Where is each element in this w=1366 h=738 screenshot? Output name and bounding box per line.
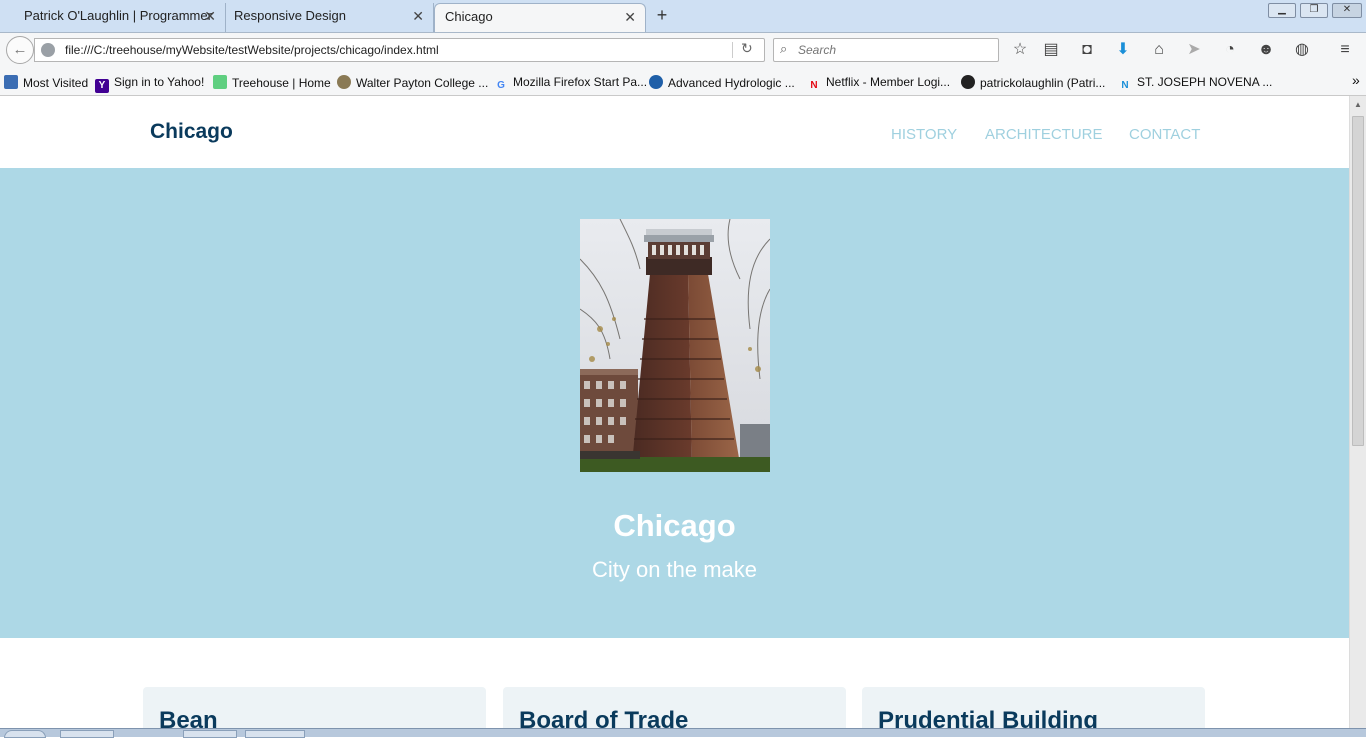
new-tab-button[interactable]: + [652, 5, 672, 26]
bookmark-firefox-start[interactable]: G Mozilla Firefox Start Pa... [494, 75, 647, 93]
bookmark-label: Treehouse | Home [232, 76, 331, 90]
back-arrow-icon: ← [12, 41, 28, 58]
bookmark-novena[interactable]: N ST. JOSEPH NOVENA ... [1118, 75, 1272, 93]
home-icon[interactable]: ⌂ [1148, 39, 1170, 61]
bookmark-star-icon[interactable]: ☆ [1009, 39, 1031, 61]
tab-title: Responsive Design [234, 8, 347, 23]
yahoo-icon: Y [95, 79, 109, 93]
close-window-button[interactable]: ✕ [1332, 3, 1362, 18]
bookmark-label: Walter Payton College ... [356, 76, 489, 90]
tab-close-icon[interactable]: ✕ [624, 4, 636, 30]
hero-subtitle: City on the make [591, 557, 758, 582]
tab-responsive-design[interactable]: Responsive Design ✕ [226, 3, 434, 32]
url-text[interactable]: file:///C:/treehouse/myWebsite/testWebsi… [65, 43, 439, 57]
bookmark-github[interactable]: patrickolaughlin (Patri... [961, 75, 1105, 90]
history-icon[interactable]: ◔ [1219, 39, 1241, 61]
treehouse-icon [213, 75, 227, 89]
hero-tower-photo [580, 219, 770, 472]
search-bar[interactable]: ⌕ [773, 38, 999, 62]
pocket-icon[interactable]: ◘ [1076, 39, 1098, 61]
downloads-icon[interactable]: ⬇ [1112, 39, 1134, 61]
menu-icon[interactable]: ≡ [1334, 39, 1356, 61]
bookmark-label: patrickolaughlin (Patri... [980, 76, 1106, 90]
site-identity-icon[interactable] [41, 43, 55, 57]
taskbar-item[interactable] [183, 730, 237, 738]
bookmark-label: Sign in to Yahoo! [114, 75, 205, 89]
hello-icon[interactable]: ☻ [1255, 39, 1277, 61]
bookmark-hydrologic[interactable]: Advanced Hydrologic ... [649, 75, 795, 90]
bookmark-most-visited[interactable]: Most Visited [4, 75, 88, 90]
bookmark-treehouse[interactable]: Treehouse | Home [213, 75, 331, 90]
minimize-button[interactable]: ▁ [1268, 3, 1296, 18]
taskbar-item[interactable] [60, 730, 114, 738]
bookmark-label: ST. JOSEPH NOVENA ... [1137, 75, 1273, 89]
n-icon: N [1121, 80, 1129, 91]
search-input[interactable] [798, 42, 988, 58]
hero-section: Chicago City on the make [0, 168, 1349, 638]
most-visited-icon [4, 75, 18, 89]
nav-architecture[interactable]: ARCHITECTURE [985, 126, 1103, 143]
back-button[interactable]: ← [6, 36, 34, 64]
scroll-up-icon[interactable]: ▲ [1354, 100, 1362, 109]
bookmarks-overflow-icon[interactable]: » [1352, 72, 1360, 88]
bookmark-label: Most Visited [23, 76, 89, 90]
globe-icon[interactable]: ◍ [1291, 39, 1313, 61]
site-brand[interactable]: Chicago [150, 120, 233, 144]
tab-chicago[interactable]: Chicago ✕ [434, 3, 646, 32]
bookmark-label: Netflix - Member Logi... [826, 75, 951, 89]
bookmark-netflix[interactable]: N Netflix - Member Logi... [807, 75, 950, 93]
nav-history[interactable]: HISTORY [891, 126, 957, 143]
tab-close-icon[interactable]: ✕ [412, 3, 424, 29]
walter-payton-icon [337, 75, 351, 89]
site-header: Chicago HISTORY ARCHITECTURE CONTACT [0, 96, 1349, 168]
nav-contact[interactable]: CONTACT [1129, 126, 1200, 143]
google-icon: G [497, 80, 505, 91]
send-icon[interactable]: ➤ [1183, 39, 1205, 61]
vertical-scrollbar[interactable]: ▲ [1349, 96, 1366, 732]
navigation-toolbar: ← file:///C:/treehouse/myWebsite/testWeb… [0, 33, 1366, 68]
search-icon: ⌕ [780, 41, 788, 56]
bookmark-label: Mozilla Firefox Start Pa... [513, 75, 648, 89]
scrollbar-thumb[interactable] [1352, 116, 1364, 446]
taskbar-item[interactable] [245, 730, 305, 738]
bookmark-walter-payton[interactable]: Walter Payton College ... [337, 75, 488, 90]
reading-list-icon[interactable]: ▤ [1040, 39, 1062, 61]
github-icon [961, 75, 975, 89]
tab-patrick[interactable]: Patrick O'Laughlin | Programmer ✕ [0, 3, 226, 32]
url-bar[interactable]: file:///C:/treehouse/myWebsite/testWebsi… [34, 38, 765, 62]
page-viewport: Chicago HISTORY ARCHITECTURE CONTACT Chi… [0, 96, 1349, 736]
reload-icon[interactable]: ↻ [741, 40, 753, 57]
netflix-icon: N [810, 80, 818, 91]
tab-strip: Patrick O'Laughlin | Programmer ✕ Respon… [0, 0, 1366, 33]
url-divider [732, 42, 733, 58]
hero-title: Chicago [613, 508, 736, 543]
restore-button[interactable]: ❐ [1300, 3, 1328, 18]
noaa-icon [649, 75, 663, 89]
bookmark-yahoo[interactable]: Y Sign in to Yahoo! [95, 75, 204, 93]
bookmark-label: Advanced Hydrologic ... [668, 76, 795, 90]
tab-title: Chicago [445, 9, 493, 24]
bookmarks-toolbar: Most Visited Y Sign in to Yahoo! Treehous… [0, 68, 1366, 96]
tab-title: Patrick O'Laughlin | Programmer [24, 8, 212, 23]
tab-close-icon[interactable]: ✕ [204, 3, 216, 29]
start-button[interactable] [4, 730, 46, 738]
